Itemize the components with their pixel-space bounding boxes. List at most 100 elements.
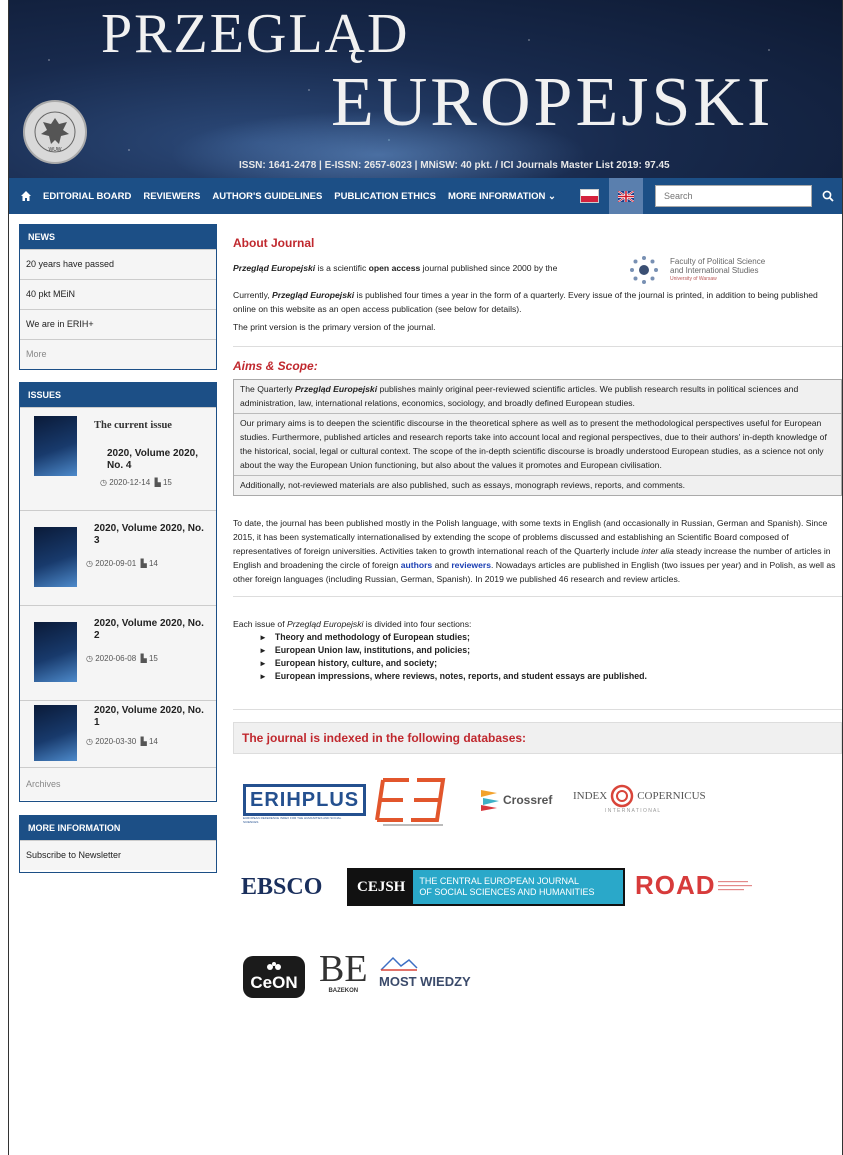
main-content: About Journal Przegląd Europejski is a s… (233, 214, 842, 1054)
issue-article-count: 15 (162, 478, 172, 487)
svg-text:WUW: WUW (48, 147, 61, 153)
reviewers-link[interactable]: reviewers (451, 560, 491, 570)
section-item: European Union law, institutions, and po… (259, 644, 842, 657)
main-nav: EDITORIAL BOARD REVIEWERS AUTHOR'S GUIDE… (9, 178, 842, 214)
issue-date: 2020-12-14 (109, 478, 151, 487)
nav-more-information-dropdown[interactable]: MORE INFORMATION ⌄ (442, 191, 562, 202)
history-paragraph: To date, the journal has been published … (233, 518, 836, 584)
page-frame: WUW PRZEGLĄD EUROPEJSKI ISSN: 1641-2478 … (8, 0, 843, 1155)
subscribe-newsletter-link[interactable]: Subscribe to Newsletter (20, 840, 216, 870)
issue-title[interactable]: 2020, Volume 2020, No. 3 (94, 523, 212, 547)
most-wiedzy-wordmark: MOST WIEDZY (379, 974, 471, 989)
issue-meta: ◷ 2020-03-30 ▙ 14 (86, 737, 158, 746)
most-wiedzy-bridge-icon (380, 956, 418, 971)
issn-line: ISSN: 1641-2478 | E-ISSN: 2657-6023 | MN… (239, 160, 670, 171)
issue-date: 2020-06-08 (95, 654, 137, 663)
issue-title[interactable]: 2020, Volume 2020, No. 2 (94, 618, 212, 642)
faculty-logo[interactable]: Faculty of Political Science and Interna… (628, 254, 765, 286)
bazekon-wordmark: BAZEKON (328, 988, 359, 994)
issue-date: 2020-09-01 (95, 559, 137, 568)
copernicus-swirl-icon (610, 784, 634, 808)
articles-icon: ▙ (138, 559, 147, 568)
journal-title-line2: EUROPEJSKI (331, 64, 774, 141)
search-input[interactable] (655, 185, 813, 207)
erihplus-logo[interactable]: ERIHPLUS EUROPEAN REFERENCE INDEX FOR TH… (243, 784, 367, 824)
section-item: European history, culture, and society; (259, 657, 842, 670)
news-heading: NEWS (20, 225, 216, 249)
uk-flag-icon (618, 190, 635, 202)
about-print-note: The print version is the primary version… (233, 322, 436, 332)
crossref-icon (481, 790, 499, 811)
issue-meta: ◷ 2020-12-14 ▙ 15 (100, 478, 172, 487)
nav-reviewers[interactable]: REVIEWERS (137, 191, 206, 202)
issue-date: 2020-03-30 (95, 737, 137, 746)
faculty-name-line1: Faculty of Political Science (670, 256, 766, 266)
calendar-icon: ◷ (86, 559, 93, 568)
aims-paragraph: Our primary aims is to deepen the scient… (234, 414, 841, 476)
news-item[interactable]: We are in ERIH+ (20, 309, 216, 339)
aims-paragraph: The Quarterly Przegląd Europejski publis… (234, 380, 841, 414)
english-language-button[interactable] (609, 178, 644, 214)
journal-title-line1: PRZEGLĄD (101, 3, 410, 65)
ceon-dots-icon (267, 962, 281, 970)
section-item: Theory and methodology of European studi… (259, 631, 842, 644)
issue-title[interactable]: 2020, Volume 2020, No. 1 (94, 705, 212, 729)
search-icon (822, 190, 834, 202)
calendar-icon: ◷ (86, 654, 93, 663)
ebsco-logo[interactable]: EBSCO (241, 874, 322, 901)
databases-logos: ERIHPLUS EUROPEAN REFERENCE INDEX FOR TH… (233, 754, 842, 1054)
road-wordmark: ROAD (635, 870, 716, 900)
articles-icon: ▙ (138, 737, 147, 746)
articles-icon: ▙ (138, 654, 147, 663)
bazekon-logo[interactable]: BE BAZEKON (319, 950, 368, 994)
divider (233, 346, 842, 347)
faculty-name-line2: and International Studies (670, 265, 759, 275)
more-info-panel: MORE INFORMATION Subscribe to Newsletter (19, 815, 217, 873)
issue-card[interactable]: 2020, Volume 2020, No. 2 ◷ 2020-06-08 ▙ … (20, 605, 216, 700)
ebsco-wordmark: EBSCO (241, 874, 323, 900)
search-button[interactable] (816, 190, 840, 202)
road-logo[interactable]: ROAD (635, 870, 754, 901)
issue-cover-image (34, 705, 77, 761)
crossref-logo[interactable]: Crossref (479, 788, 552, 812)
polish-language-flag-icon[interactable] (580, 189, 600, 203)
issue-card[interactable]: 2020, Volume 2020, No. 3 ◷ 2020-09-01 ▙ … (20, 510, 216, 605)
archives-link[interactable]: Archives (20, 767, 216, 800)
sections-intro: Each issue of Przegląd Europejski is div… (233, 619, 472, 629)
e3-logo[interactable] (373, 776, 453, 828)
ceon-logo[interactable]: CeON (243, 956, 305, 998)
issue-meta: ◷ 2020-09-01 ▙ 14 (86, 559, 158, 568)
articles-icon: ▙ (152, 478, 161, 487)
nav-authors-guidelines[interactable]: AUTHOR'S GUIDELINES (206, 191, 328, 202)
nav-publication-ethics[interactable]: PUBLICATION ETHICS (328, 191, 442, 202)
current-issue-card[interactable]: The current issue 2020, Volume 2020, No.… (20, 407, 216, 510)
issue-title[interactable]: 2020, Volume 2020, No. 4 (107, 448, 212, 472)
section-item: European impressions, where reviews, not… (259, 670, 842, 683)
header-banner: WUW PRZEGLĄD EUROPEJSKI ISSN: 1641-2478 … (9, 0, 842, 178)
sections-list: Theory and methodology of European studi… (233, 631, 842, 683)
issue-card[interactable]: 2020, Volume 2020, No. 1 ◷ 2020-03-30 ▙ … (20, 700, 216, 767)
most-wiedzy-logo[interactable]: MOST WIEDZY (379, 954, 471, 989)
faculty-name-line3: University of Warsaw (670, 275, 717, 282)
crossref-wordmark: Crossref (503, 793, 553, 807)
nav-editorial-board[interactable]: EDITORIAL BOARD (37, 191, 137, 202)
news-item[interactable]: 20 years have passed (20, 249, 216, 279)
divider (233, 596, 842, 597)
issues-panel: ISSUES The current issue 2020, Volume 20… (19, 382, 217, 802)
home-button[interactable] (15, 190, 37, 202)
news-item[interactable]: 40 pkt MEiN (20, 279, 216, 309)
issues-heading: ISSUES (20, 383, 216, 407)
divider (233, 709, 842, 710)
home-icon (21, 191, 31, 201)
authors-link[interactable]: authors (401, 560, 433, 570)
about-intro-text: Przegląd Europejski is a scientific open… (233, 263, 558, 273)
e3-emblem-icon (375, 778, 446, 826)
news-panel: NEWS 20 years have passed 40 pkt MEiN We… (19, 224, 217, 370)
calendar-icon: ◷ (86, 737, 93, 746)
cejsh-logo[interactable]: CEJSH THE CENTRAL EUROPEAN JOURNAL OF SO… (347, 868, 625, 906)
issue-cover-image (34, 416, 77, 476)
current-issue-label: The current issue (94, 420, 172, 431)
news-more-link[interactable]: More (20, 339, 216, 369)
university-seal-logo[interactable]: WUW (23, 100, 87, 164)
index-copernicus-logo[interactable]: INDEX COPERNICUS I N T E R N A T I O N A… (573, 784, 706, 814)
